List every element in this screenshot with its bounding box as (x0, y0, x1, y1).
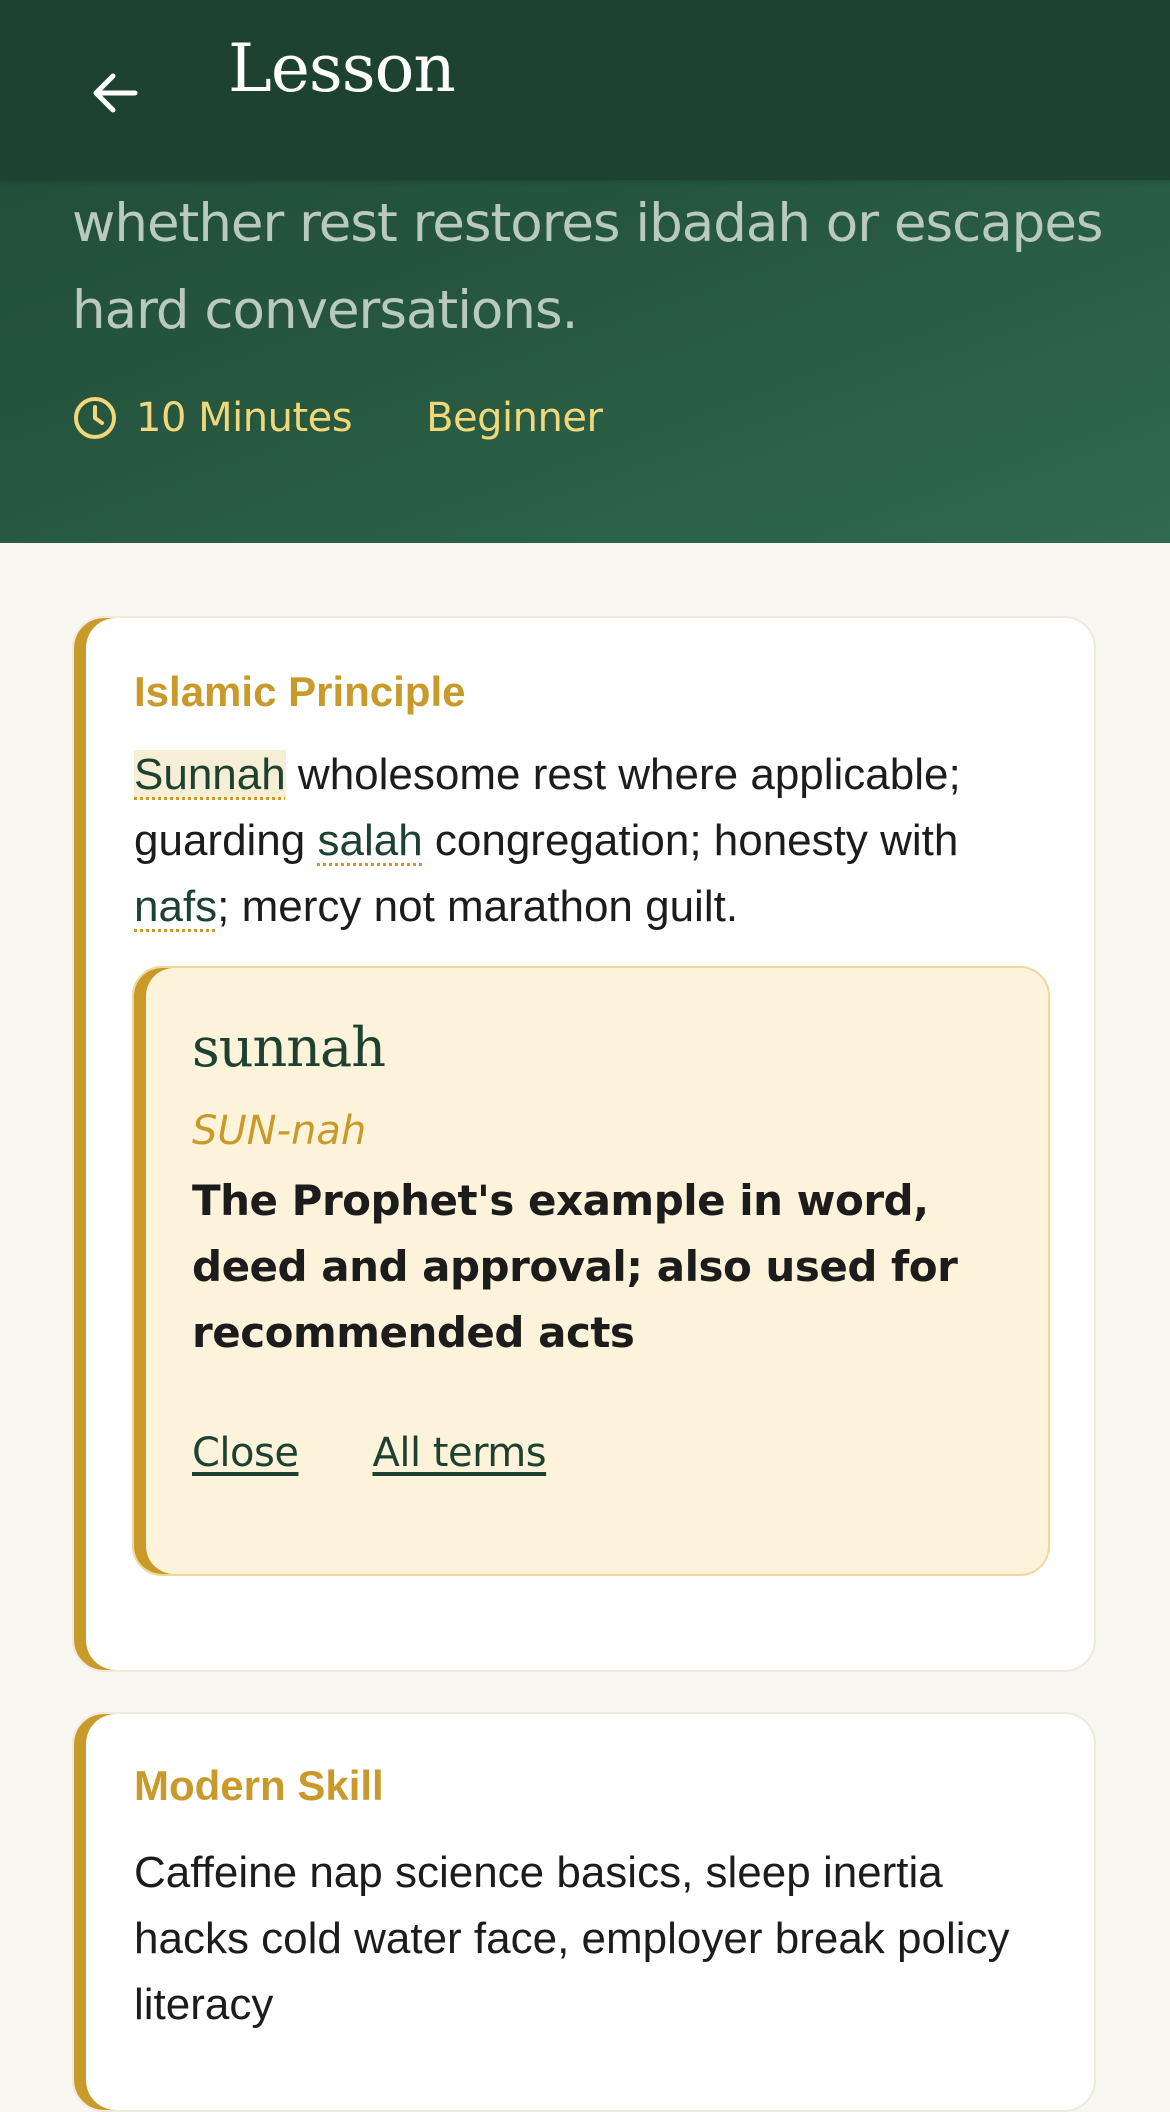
term-salah[interactable]: salah (317, 816, 422, 865)
modern-skill-card: Modern Skill Caffeine nap science basics… (72, 1712, 1096, 2112)
islamic-principle-card: Islamic Principle Sunnah wholesome rest … (72, 616, 1096, 1672)
glossary-popover: sunnah SUN-nah The Prophet's example in … (132, 966, 1050, 1576)
body-text: ; mercy not marathon guilt. (217, 882, 739, 931)
glossary-definition: The Prophet's example in word, deed and … (192, 1176, 958, 1357)
page-title: Lesson (228, 30, 456, 107)
body-text: congregation; honesty with (422, 816, 959, 865)
lesson-meta: 10 Minutes Beginner (72, 392, 603, 444)
all-terms-link[interactable]: All terms (372, 1430, 546, 1476)
card-label: Islamic Principle (134, 668, 466, 715)
term-nafs[interactable]: nafs (134, 882, 217, 931)
clock-icon (72, 395, 118, 441)
app-header: Lesson (0, 0, 1170, 180)
level-badge: Beginner (426, 395, 603, 441)
back-button[interactable] (78, 56, 152, 130)
glossary-pronunciation: SUN-nah (192, 1108, 367, 1154)
term-sunnah[interactable]: Sunnah (134, 750, 286, 799)
card-label: Modern Skill (134, 1762, 384, 1809)
glossary-term: sunnah (192, 1016, 386, 1079)
close-link[interactable]: Close (192, 1430, 299, 1476)
glossary-actions: Close All terms (192, 1430, 547, 1476)
lesson-description: whether rest restores ibadah or escapes … (72, 193, 1104, 341)
duration-text: 10 Minutes (136, 395, 353, 441)
duration-info: 10 Minutes (72, 395, 353, 441)
card-body: Caffeine nap science basics, sleep inert… (134, 1848, 1010, 2029)
arrow-left-icon (89, 67, 141, 119)
card-body: Sunnah wholesome rest where applicable; … (134, 742, 1054, 940)
